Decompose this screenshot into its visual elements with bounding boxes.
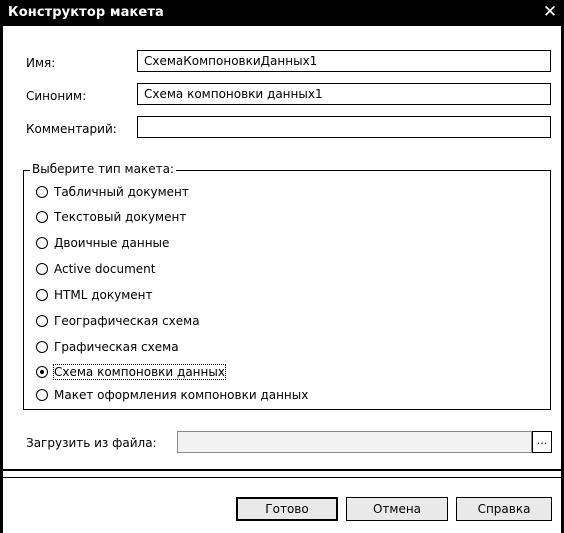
name-label: Имя:	[26, 56, 56, 70]
radio-option[interactable]: Графическая схема	[36, 337, 179, 357]
radio-button[interactable]	[36, 341, 48, 353]
radio-option[interactable]: HTML документ	[36, 285, 152, 305]
radio-option-label: HTML документ	[54, 288, 153, 302]
title-bar: Конструктор макета ✕	[0, 0, 564, 26]
separator	[0, 477, 564, 478]
ok-button[interactable]: Готово	[236, 497, 338, 521]
radio-option-label: Текстовый документ	[54, 210, 187, 224]
dialog-title: Конструктор макета	[8, 5, 164, 20]
radio-option[interactable]: Табличный документ	[36, 182, 189, 202]
load-file-field[interactable]	[177, 431, 532, 453]
help-button[interactable]: Справка	[456, 497, 552, 521]
radio-option[interactable]: Географическая схема	[36, 311, 200, 331]
radio-button[interactable]	[36, 186, 48, 198]
radio-button-checked[interactable]	[36, 366, 48, 378]
name-field[interactable]: СхемаКомпоновкиДанных1	[137, 50, 551, 72]
radio-option-label: Схема компоновки данных	[53, 364, 226, 380]
radio-option[interactable]: Макет оформления компоновки данных	[36, 385, 308, 405]
load-from-file-label: Загрузить из файла:	[26, 436, 157, 450]
radio-button[interactable]	[36, 289, 48, 301]
radio-button[interactable]	[36, 211, 48, 223]
template-type-group-title: Выберите тип макета:	[30, 162, 176, 176]
radio-button[interactable]	[36, 263, 48, 275]
radio-option-label: Active document	[54, 262, 156, 276]
radio-option-label: Графическая схема	[54, 340, 179, 354]
radio-option-label: Табличный документ	[54, 185, 189, 199]
radio-option[interactable]: Текстовый документ	[36, 207, 186, 227]
synonym-label: Синоним:	[26, 89, 87, 103]
browse-button[interactable]: ...	[532, 431, 552, 453]
radio-option[interactable]: Active document	[36, 259, 155, 279]
radio-option[interactable]: Двоичные данные	[36, 233, 169, 253]
synonym-field[interactable]: Схема компоновки данных1	[137, 83, 551, 105]
separator	[0, 469, 564, 471]
radio-button[interactable]	[36, 389, 48, 401]
radio-button[interactable]	[36, 237, 48, 249]
frame-left-border	[0, 26, 3, 533]
close-icon[interactable]: ✕	[540, 1, 560, 23]
radio-option-selected[interactable]: Схема компоновки данных	[36, 362, 226, 382]
cancel-button[interactable]: Отмена	[346, 497, 448, 521]
layout-designer-dialog: Конструктор макета ✕ Имя: СхемаКомпоновк…	[0, 0, 564, 533]
radio-option-label: Двоичные данные	[54, 236, 170, 250]
comment-field[interactable]	[137, 116, 551, 138]
radio-option-label: Макет оформления компоновки данных	[54, 388, 309, 402]
radio-option-label: Географическая схема	[54, 314, 200, 328]
comment-label: Комментарий:	[26, 122, 117, 136]
radio-button[interactable]	[36, 315, 48, 327]
